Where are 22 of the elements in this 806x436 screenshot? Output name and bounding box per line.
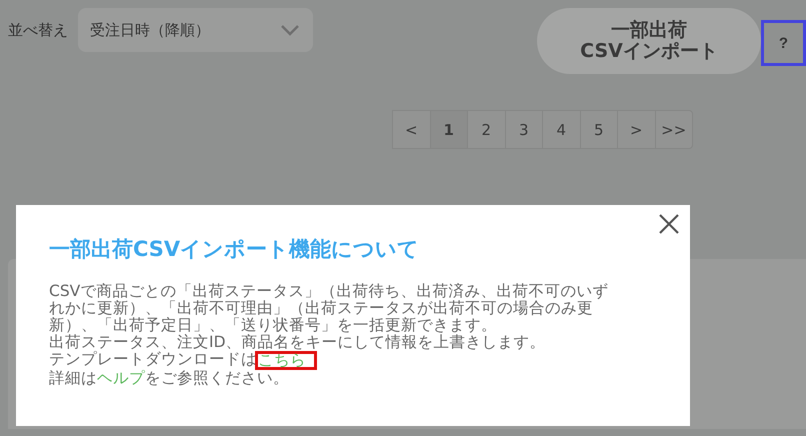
page-button[interactable]: > [617, 110, 656, 149]
sort-value: 受注日時（降順） [90, 20, 210, 40]
help-link[interactable]: ヘルプ [97, 369, 145, 387]
page-button[interactable]: 2 [467, 110, 506, 149]
sort-label: 並べ替え [8, 21, 68, 40]
close-icon[interactable] [658, 213, 680, 235]
page-button[interactable]: < [392, 110, 430, 149]
csv-import-button[interactable]: 一部出荷 CSVインポート [537, 8, 761, 74]
modal-title: 一部出荷CSVインポート機能について [49, 236, 420, 263]
page-button[interactable]: 3 [504, 110, 543, 149]
template-text: テンプレートダウンロードは こちら [49, 351, 617, 370]
page-button[interactable]: >> [654, 110, 693, 149]
page-button[interactable]: 4 [542, 110, 580, 149]
description-text: CSVで商品ごとの「出荷ステータス」（出荷待ち、出荷済み、出荷不可のいずれかに更新）、「出荷不可理由」（出荷ステータスが出荷不可の場合のみ更新）、「出荷予定日」、「送り状番号」を一括更新できます。 [49, 283, 610, 334]
page-button[interactable]: 1 [430, 110, 468, 149]
sort-dropdown[interactable]: 受注日時（降順） [78, 8, 313, 52]
note-text: 出荷ステータス、注文ID、商品名をキーにして情報を上書きします。 [49, 334, 547, 351]
page-button[interactable]: 5 [580, 110, 618, 149]
template-link[interactable]: こちら [255, 351, 317, 370]
help-button[interactable]: ? [761, 20, 806, 66]
chevron-down-icon [281, 24, 299, 36]
help-text: 詳細はヘルプをご参照ください。 [49, 370, 290, 387]
